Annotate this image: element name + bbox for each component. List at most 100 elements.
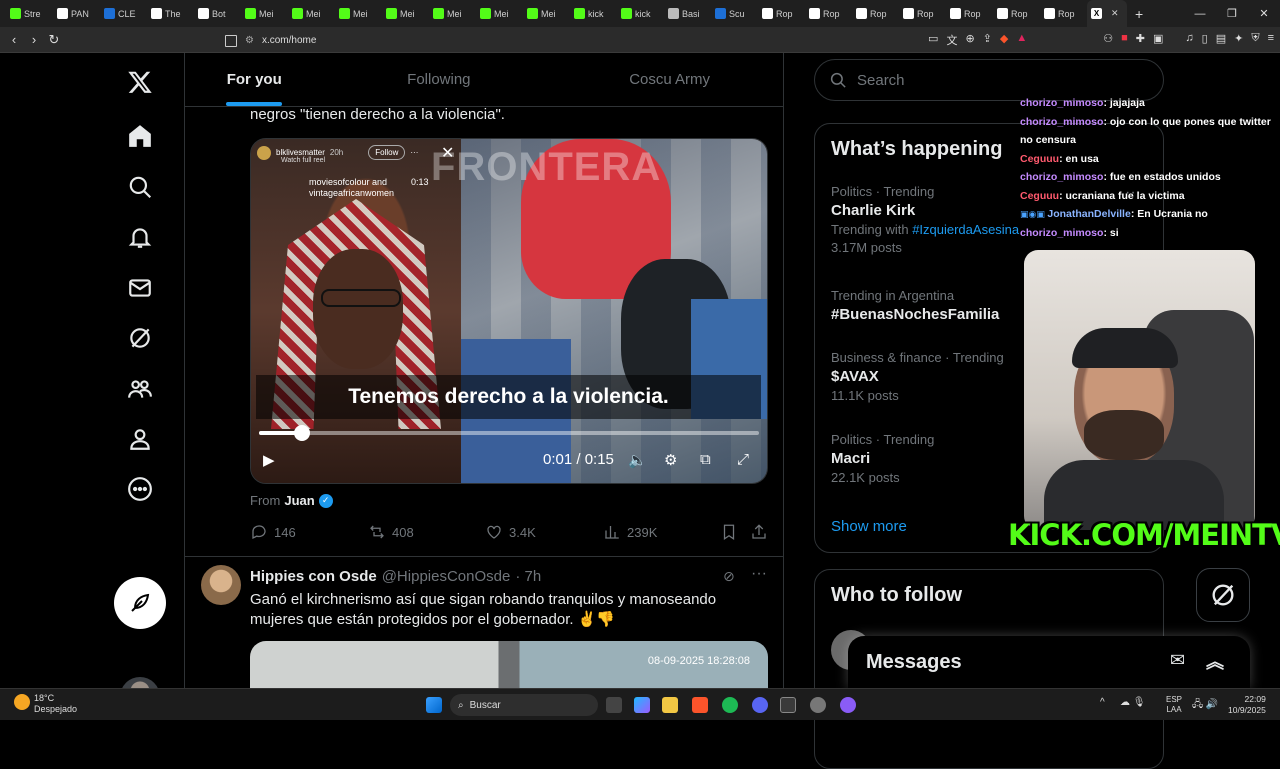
close-tab-icon[interactable]: ✕	[1111, 8, 1119, 19]
spotify-icon[interactable]	[722, 697, 738, 713]
media-icon[interactable]: ♫	[1185, 32, 1193, 48]
sidebar-icon[interactable]: ▯	[1202, 32, 1208, 48]
browser-tab[interactable]: Scu	[711, 0, 758, 27]
browser-tab[interactable]: Mei	[476, 0, 523, 27]
network-volume-icons[interactable]: 🖧 🔊	[1192, 697, 1218, 714]
browser-tab[interactable]: Rop	[852, 0, 899, 27]
browser-tab[interactable]: Stre	[6, 0, 53, 27]
browser-tab[interactable]: PAN	[53, 0, 100, 27]
browser-tab[interactable]: Rop	[946, 0, 993, 27]
video-scrubber-handle[interactable]	[293, 425, 310, 441]
menu-icon[interactable]: ≡	[1268, 32, 1274, 48]
tweet-time[interactable]: · 7h	[515, 568, 541, 585]
pip-icon[interactable]: ⧉	[700, 451, 711, 468]
share-button[interactable]	[750, 523, 768, 541]
app-icon[interactable]	[780, 697, 796, 713]
task-view-icon[interactable]	[606, 697, 622, 713]
extension-icon[interactable]: ■	[1121, 32, 1128, 48]
windows-start-icon[interactable]	[426, 697, 442, 713]
new-tab-icon[interactable]: +	[1127, 6, 1143, 22]
brave-shield-icon[interactable]: ◆	[1000, 32, 1008, 48]
translate-icon[interactable]: 文	[946, 32, 957, 48]
weather-icon[interactable]	[14, 694, 30, 710]
browser-tab[interactable]: Rop	[805, 0, 852, 27]
profile-icon[interactable]	[123, 422, 157, 456]
from-user-link[interactable]: Juan	[284, 493, 314, 508]
feed-tab[interactable]: For you	[185, 53, 323, 106]
explore-search-icon[interactable]	[123, 170, 157, 204]
fullscreen-icon[interactable]: ⤢	[737, 451, 749, 468]
url-field[interactable]: ⚙ x.com/home	[225, 32, 965, 49]
file-explorer-icon[interactable]	[662, 697, 678, 713]
browser-tab[interactable]: Rop	[993, 0, 1040, 27]
obs-icon[interactable]	[810, 697, 826, 713]
browser-tab[interactable]: Mei	[241, 0, 288, 27]
browser-tab[interactable]: kick	[570, 0, 617, 27]
weather-widget[interactable]: 18°C Despejado	[34, 693, 77, 715]
app-icon[interactable]	[840, 697, 856, 713]
browser-tab-active[interactable]: X ✕	[1087, 0, 1127, 27]
site-settings-icon[interactable]: ⚙	[245, 35, 254, 46]
clock[interactable]: 22:09 10/9/2025	[1228, 694, 1266, 716]
messages-envelope-icon[interactable]	[123, 271, 157, 305]
maximize-icon[interactable]: ❐	[1216, 7, 1248, 20]
cast-icon[interactable]: ▭	[928, 32, 938, 48]
tray-chevron-icon[interactable]: ^	[1100, 697, 1105, 708]
wallet-icon[interactable]: ▤	[1216, 32, 1226, 48]
notifications-bell-icon[interactable]	[123, 220, 157, 254]
feed-tab[interactable]: Coscu Army	[554, 53, 783, 106]
new-message-icon[interactable]: ✉	[1170, 650, 1185, 671]
browser-tab[interactable]: The	[147, 0, 194, 27]
tweet-author-name[interactable]: Hippies con Osde	[250, 568, 377, 585]
browser-tab[interactable]: Rop	[1040, 0, 1087, 27]
browser-tab[interactable]: Basi	[664, 0, 711, 27]
trend-extra-link[interactable]: #IzquierdaAsesina	[912, 222, 1019, 237]
browser-tab[interactable]: CLE	[100, 0, 147, 27]
share-icon[interactable]: ⇪	[983, 32, 992, 48]
video-progress-bar[interactable]	[259, 425, 759, 441]
post-button[interactable]	[114, 577, 166, 629]
extensions-puzzle-icon[interactable]: ✚	[1136, 32, 1145, 48]
video-player[interactable]: blklivesmatter 20h Follow ··· Watch full…	[250, 138, 768, 484]
taskbar-search[interactable]: ⌕ Buscar	[450, 694, 598, 716]
brave-browser-icon[interactable]	[692, 697, 708, 713]
copilot-icon[interactable]	[634, 697, 650, 713]
leo-ai-icon[interactable]: ✦	[1234, 32, 1243, 48]
trend-item[interactable]: Trending in Argentina #BuenasNochesFamili…	[831, 288, 999, 323]
play-icon[interactable]: ▶	[263, 451, 275, 469]
vpn-icon[interactable]: ⛨	[1251, 32, 1259, 48]
extension-icon[interactable]: ⚇	[1103, 32, 1113, 48]
show-more-link[interactable]: Show more	[831, 518, 907, 535]
expand-chevron-icon[interactable]: ︽	[1206, 648, 1224, 674]
trend-item[interactable]: Politics · Trending Macri 22.1K posts	[831, 432, 934, 485]
brave-rewards-icon[interactable]: ▲	[1016, 32, 1027, 48]
forward-icon[interactable]: ›	[24, 32, 44, 47]
home-icon[interactable]	[123, 119, 157, 153]
tweet-more-icon[interactable]: ···	[751, 565, 767, 583]
repost-button[interactable]: 408	[368, 523, 414, 541]
browser-tab[interactable]: Rop	[758, 0, 805, 27]
grok-explain-icon[interactable]: ⊘	[723, 568, 735, 585]
browser-tab[interactable]: Mei	[429, 0, 476, 27]
zoom-icon[interactable]: ⊕	[965, 32, 974, 48]
discord-icon[interactable]	[752, 697, 768, 713]
browser-tab[interactable]: kick	[617, 0, 664, 27]
grok-icon[interactable]	[123, 321, 157, 355]
reply-button[interactable]: 146	[250, 523, 296, 541]
trend-item[interactable]: Politics · Trending Charlie Kirk Trending …	[831, 184, 1019, 255]
browser-tab[interactable]: Mei	[288, 0, 335, 27]
browser-tab[interactable]: Rop	[899, 0, 946, 27]
x-logo-icon[interactable]	[123, 65, 157, 99]
language-indicator[interactable]: ESP LAA	[1166, 695, 1182, 715]
settings-gear-icon[interactable]: ⚙	[664, 451, 677, 469]
bookmark-icon[interactable]	[225, 34, 237, 47]
grok-floating-button[interactable]	[1196, 568, 1250, 622]
communities-icon[interactable]	[123, 372, 157, 406]
like-button[interactable]: 3.4K	[485, 523, 536, 541]
feed-tab[interactable]: Following	[323, 53, 554, 106]
tweet-author-handle[interactable]: @HippiesConOsde	[382, 568, 511, 585]
browser-tab[interactable]: Bot	[194, 0, 241, 27]
extension-icon[interactable]: ▣	[1153, 32, 1163, 48]
minimize-icon[interactable]: —	[1184, 8, 1216, 20]
tweet-media[interactable]: 08-09-2025 18:28:08	[250, 641, 768, 688]
